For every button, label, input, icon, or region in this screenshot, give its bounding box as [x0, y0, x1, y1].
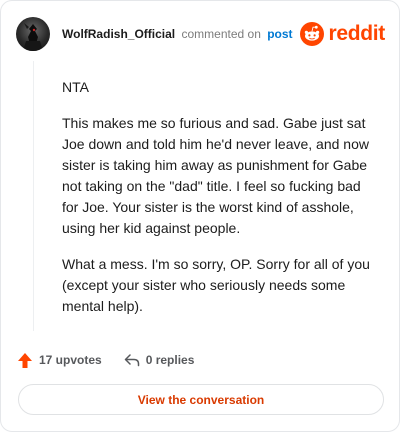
comment-meta: WolfRadish_Official commented on post	[62, 27, 293, 41]
comment-paragraph: What a mess. I'm so sorry, OP. Sorry for…	[62, 256, 370, 314]
commented-on-text: commented on	[181, 27, 261, 41]
comment-actions: 17 upvotes 0 replies	[17, 349, 194, 371]
reply-arrow-icon	[124, 354, 139, 367]
view-conversation-button[interactable]: View the conversation	[18, 384, 384, 415]
comment-body: NTA This makes me so furious and sad. Ga…	[62, 77, 378, 332]
comment-paragraph: This makes me so furious and sad. Gabe j…	[62, 115, 369, 236]
reddit-snoo-icon	[300, 22, 325, 46]
reddit-wordmark: reddit	[328, 22, 385, 45]
comment-header: WolfRadish_Official commented on post re…	[16, 15, 385, 53]
upvotes-button[interactable]: 17 upvotes	[17, 352, 102, 369]
post-link[interactable]: post	[267, 27, 292, 41]
upvotes-count: 17 upvotes	[39, 353, 102, 367]
upvote-arrow-icon	[18, 352, 32, 368]
avatar-figure-icon	[23, 23, 43, 51]
replies-button[interactable]: 0 replies	[124, 353, 195, 367]
user-avatar[interactable]	[16, 17, 50, 51]
username[interactable]: WolfRadish_Official	[62, 27, 175, 41]
replies-count: 0 replies	[145, 353, 195, 367]
thread-line	[33, 61, 34, 331]
reddit-logo[interactable]: reddit	[300, 22, 385, 46]
comment-embed-card: WolfRadish_Official commented on post re…	[0, 0, 400, 432]
comment-paragraph: NTA	[62, 79, 89, 95]
